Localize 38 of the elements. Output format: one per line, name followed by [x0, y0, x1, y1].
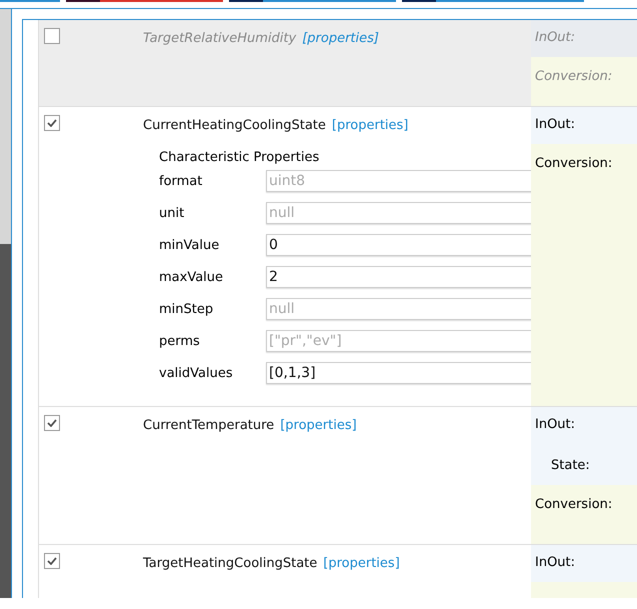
field-label: validValues: [159, 366, 234, 380]
field-label: InOut:: [534, 417, 576, 432]
scrollbar[interactable]: [0, 8, 12, 598]
field-label: minValue: [159, 238, 220, 252]
properties-link[interactable]: [properties]: [280, 418, 357, 433]
field-label: InOut:: [534, 555, 576, 570]
characteristic-name: TargetHeatingCoolingState: [143, 556, 318, 571]
field-label: State:: [550, 458, 591, 473]
checkbox[interactable]: [44, 28, 60, 44]
field-label: unit: [159, 206, 186, 220]
characteristic-name: CurrentTemperature: [143, 418, 274, 433]
properties-link[interactable]: [properties]: [332, 118, 408, 133]
checkmark-icon: [47, 557, 57, 565]
properties-link[interactable]: [properties]: [323, 556, 400, 571]
checkmark-icon: [47, 419, 57, 427]
checkbox[interactable]: [44, 553, 60, 569]
field-label: format: [159, 174, 204, 188]
characteristic-name: TargetRelativeHumidity: [143, 31, 296, 46]
field-label: perms: [159, 334, 201, 348]
field-label: Conversion:: [534, 69, 614, 84]
tab-strip-bar[interactable]: [66, 0, 223, 2]
tab-strip-bar[interactable]: [229, 0, 396, 2]
field-label: Conversion:: [534, 156, 614, 171]
characteristic-name: CurrentHeatingCoolingState: [143, 118, 326, 133]
checkbox[interactable]: [44, 415, 60, 431]
properties-link[interactable]: [properties]: [302, 31, 379, 46]
field-label: InOut:: [534, 117, 576, 132]
field-label: InOut:: [534, 30, 576, 45]
tab-strip-bar[interactable]: [402, 0, 584, 2]
section-title: Characteristic Properties: [159, 150, 320, 165]
field-label: Conversion:: [534, 497, 614, 512]
input-field[interactable]: [0,1,3]: [266, 362, 533, 384]
field-label: minStep: [159, 302, 214, 316]
checkmark-icon: [47, 119, 57, 127]
input-field[interactable]: 2: [266, 266, 533, 288]
field-label: maxValue: [159, 270, 224, 284]
input-field[interactable]: 0: [266, 234, 533, 256]
checkbox[interactable]: [44, 115, 60, 131]
